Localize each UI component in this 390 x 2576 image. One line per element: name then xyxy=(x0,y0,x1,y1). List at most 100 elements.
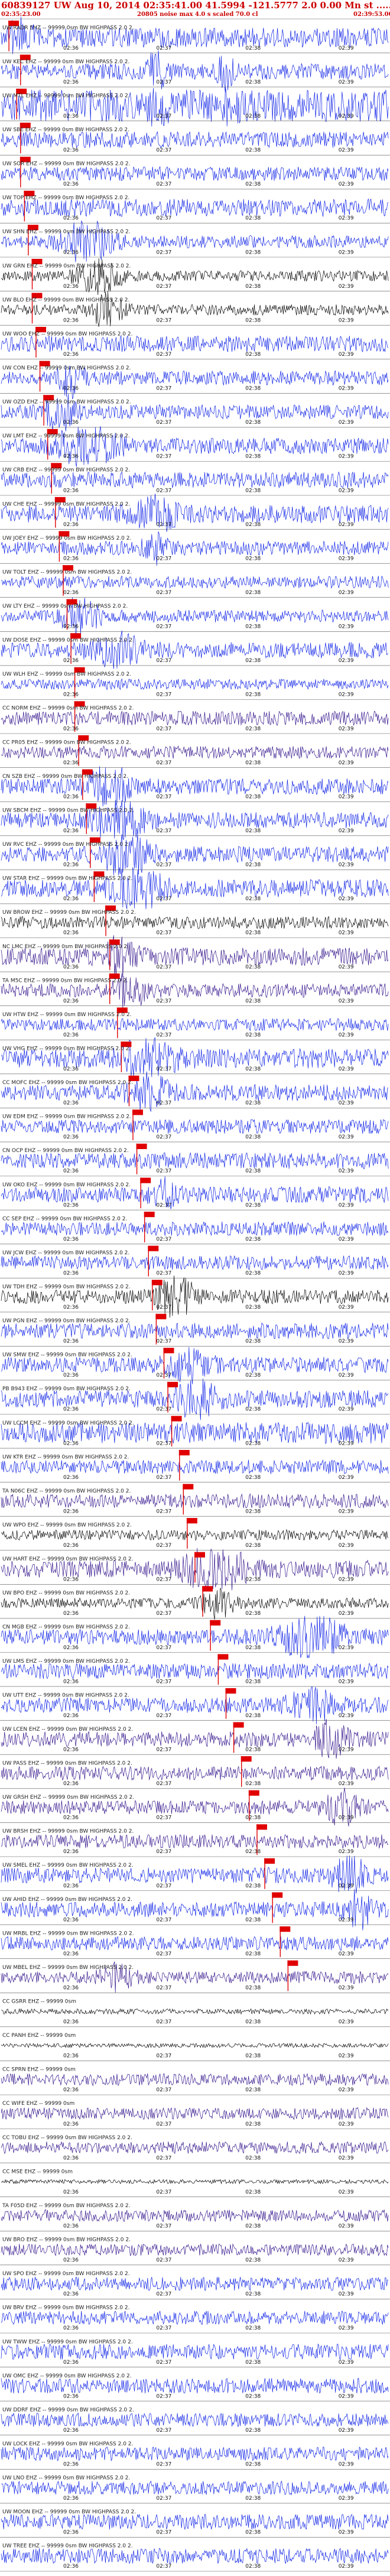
time-tick-label: 02:39 xyxy=(339,2496,354,2502)
time-tick-label: 02:36 xyxy=(63,1917,79,1923)
time-tick-label: 02:39 xyxy=(339,79,354,85)
trace-label: UW STAR EHZ -- 99999 0sm BW HIGHPASS 2.0… xyxy=(2,876,132,882)
time-tick-label: 02:39 xyxy=(339,1543,354,1549)
time-tick-label: 02:36 xyxy=(63,658,79,664)
time-tick-label: 02:36 xyxy=(63,2257,79,2263)
time-tick-label: 02:36 xyxy=(63,420,79,426)
time-tick-label: 02:37 xyxy=(156,896,171,902)
time-tick-label: 02:38 xyxy=(245,1985,261,1991)
trace-label: UW TDH EHZ -- 99999 0sm BW HIGHPASS 2.0 … xyxy=(2,1284,131,1290)
time-tick-label: 02:39 xyxy=(339,522,354,528)
trace-label: CN MGB EHZ -- 99999 0sm BW HIGHPASS 2.0 … xyxy=(2,1624,130,1630)
arrival-pick-marker xyxy=(144,1211,155,1218)
time-tick-label: 02:39 xyxy=(339,1951,354,1957)
time-tick-label: 02:38 xyxy=(245,590,261,596)
time-tick-label: 02:36 xyxy=(63,1713,79,1719)
time-tick-label: 02:37 xyxy=(156,828,171,834)
time-tick-label: 02:37 xyxy=(156,2496,171,2502)
arrival-pick-marker xyxy=(264,1858,275,1864)
time-tick-label: 02:36 xyxy=(63,1883,79,1889)
trace-label: UW MOON EHZ -- 99999 0sm BW HIGHPASS 2.0… xyxy=(2,2509,136,2515)
time-tick-label: 02:39 xyxy=(339,1883,354,1889)
time-tick-label: 02:36 xyxy=(63,386,79,392)
time-tick-label: 02:36 xyxy=(63,1271,79,1277)
time-tick-label: 02:36 xyxy=(63,249,79,255)
time-tick-label: 02:36 xyxy=(63,352,79,358)
time-tick-label: 02:36 xyxy=(63,862,79,868)
time-tick-label: 02:36 xyxy=(63,1066,79,1072)
time-tick-label: 02:36 xyxy=(63,1849,79,1855)
time-tick-label: 02:36 xyxy=(63,1373,79,1378)
time-tick-label: 02:39 xyxy=(339,488,354,494)
time-tick-label: 02:37 xyxy=(156,522,171,528)
trace-label: CC GSRR EHZ -- 99999 0sm xyxy=(2,1999,76,2005)
time-tick-label: 02:36 xyxy=(63,2496,79,2502)
time-tick-label: 02:39 xyxy=(339,1407,354,1413)
time-tick-label: 02:39 xyxy=(339,692,354,698)
time-tick-label: 02:36 xyxy=(63,1475,79,1481)
trace-label: UW WLH EHZ -- 99999 0sm BW HIGHPASS 2.0 … xyxy=(2,671,131,677)
time-tick-label: 02:38 xyxy=(245,1611,261,1617)
time-tick-label: 02:37 xyxy=(156,2257,171,2263)
time-tick-label: 02:37 xyxy=(156,556,171,562)
time-tick-label: 02:36 xyxy=(63,488,79,494)
time-tick-label: 02:37 xyxy=(156,1202,171,1208)
time-tick-label: 02:38 xyxy=(245,1543,261,1549)
time-tick-label: 02:37 xyxy=(156,317,171,323)
trace-label: UW BROW EHZ -- 99999 0sm BW HIGHPASS 2.0… xyxy=(2,910,136,916)
time-tick-label: 02:38 xyxy=(245,896,261,902)
time-tick-label: 02:37 xyxy=(156,2393,171,2399)
time-tick-label: 02:39 xyxy=(339,1713,354,1719)
trace-label: UW TOLT EHZ -- 99999 0sm BW HIGHPASS 2.0… xyxy=(2,569,132,575)
time-tick-label: 02:38 xyxy=(245,2087,261,2093)
arrival-pick-marker xyxy=(194,1552,205,1558)
time-tick-label: 02:37 xyxy=(156,1441,171,1446)
time-tick-label: 02:38 xyxy=(245,2428,261,2434)
time-tick-label: 02:39 xyxy=(339,624,354,630)
time-tick-label: 02:37 xyxy=(156,488,171,494)
time-tick-label: 02:37 xyxy=(156,2564,171,2569)
time-tick-label: 02:37 xyxy=(156,2121,171,2127)
time-tick-label: 02:36 xyxy=(63,1815,79,1821)
time-tick-label: 02:36 xyxy=(63,1781,79,1787)
time-tick-label: 02:39 xyxy=(339,2360,354,2366)
time-tick-label: 02:39 xyxy=(339,964,354,970)
time-tick-label: 02:38 xyxy=(245,2053,261,2059)
time-tick-label: 02:37 xyxy=(156,998,171,1004)
arrival-pick-marker xyxy=(136,1143,147,1149)
time-tick-label: 02:36 xyxy=(63,828,79,834)
time-tick-label: 02:37 xyxy=(156,624,171,630)
time-tick-label: 02:36 xyxy=(63,113,79,119)
time-tick-label: 02:37 xyxy=(156,1645,171,1651)
trace-label: UW LCCM EHZ -- 99999 0sm BW HIGHPASS 2.0… xyxy=(2,1420,134,1426)
trace-label: UW SBCM EHZ -- 99999 0sm BW HIGHPASS 2.0… xyxy=(2,808,134,814)
time-tick-label: 02:37 xyxy=(156,1305,171,1310)
time-tick-label: 02:38 xyxy=(245,726,261,732)
time-tick-label: 02:36 xyxy=(63,1611,79,1617)
arrival-pick-marker xyxy=(272,1892,283,1898)
time-tick-label: 02:37 xyxy=(156,79,171,85)
trace-label: UW MTL EHZ -- 99999 0sm BW HIGHPASS 2.0 … xyxy=(2,93,130,99)
time-tick-label: 02:36 xyxy=(63,1577,79,1583)
trace-label: UW MBEL EHZ -- 99999 0sm BW HIGHPASS 2.0… xyxy=(2,1965,134,1971)
arrival-pick-marker xyxy=(140,1177,151,1183)
time-tick-label: 02:38 xyxy=(245,2496,261,2502)
time-tick-label: 02:38 xyxy=(245,1951,261,1957)
time-tick-label: 02:36 xyxy=(63,2564,79,2569)
arrival-pick-marker xyxy=(178,1450,190,1456)
time-tick-label: 02:39 xyxy=(339,284,354,290)
time-tick-label: 02:38 xyxy=(245,1509,261,1515)
time-tick-label: 02:37 xyxy=(156,1917,171,1923)
time-tick-label: 02:37 xyxy=(156,113,171,119)
time-tick-label: 02:36 xyxy=(63,1169,79,1175)
time-tick-label: 02:39 xyxy=(339,2019,354,2025)
time-tick-label: 02:39 xyxy=(339,2224,354,2230)
time-tick-label: 02:37 xyxy=(156,1543,171,1549)
time-tick-label: 02:38 xyxy=(245,1202,261,1208)
time-tick-label: 02:36 xyxy=(63,2053,79,2059)
time-tick-label: 02:36 xyxy=(63,1305,79,1310)
time-tick-label: 02:37 xyxy=(156,1169,171,1175)
time-tick-label: 02:39 xyxy=(339,181,354,187)
time-tick-label: 02:37 xyxy=(156,1815,171,1821)
time-tick-label: 02:38 xyxy=(245,2530,261,2536)
